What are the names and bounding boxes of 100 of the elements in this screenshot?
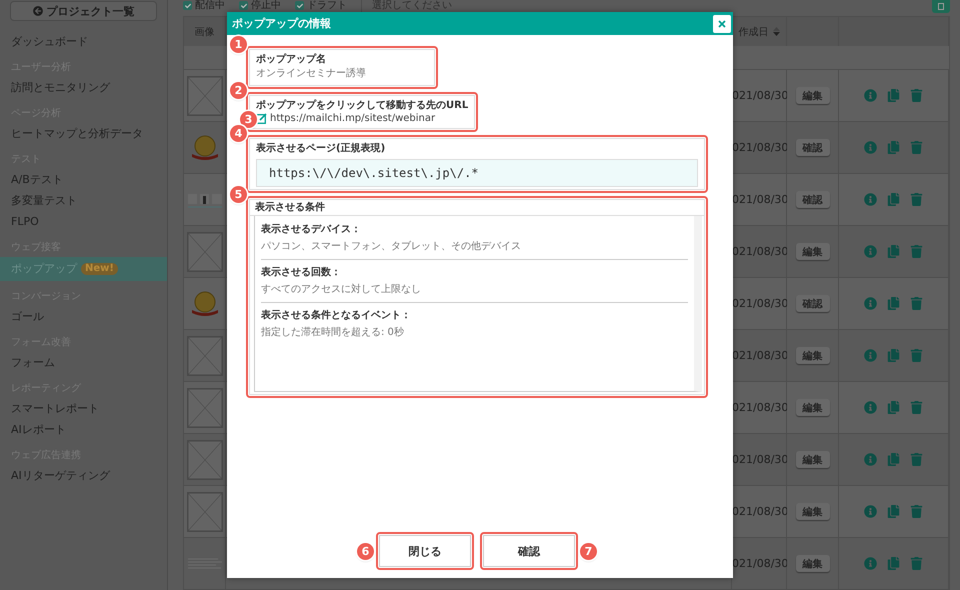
sidebar-item[interactable]: AIリターゲティング: [0, 465, 167, 486]
action-button[interactable]: [932, 0, 950, 13]
close-icon: [717, 18, 727, 28]
sidebar-item[interactable]: 訪問とモニタリング: [0, 77, 167, 98]
annotation-number: 5: [230, 186, 247, 203]
sidebar-item[interactable]: ヒートマップと分析データ: [0, 123, 167, 144]
info-icon[interactable]: [864, 89, 877, 102]
copy-icon[interactable]: [887, 453, 900, 466]
sidebar-item[interactable]: ダッシュボード: [0, 31, 167, 52]
checkbox-label: 配信中: [195, 0, 225, 11]
dialog-button[interactable]: 確認: [483, 535, 575, 567]
field-label: 表示させるページ(正規表現): [256, 142, 386, 156]
sidebar-item[interactable]: フォーム: [0, 352, 167, 373]
sort-icon[interactable]: [772, 27, 780, 36]
trash-icon[interactable]: [910, 89, 923, 102]
date-cell: 021/08/30: [732, 505, 788, 518]
row-action-button[interactable]: 編集: [796, 503, 830, 520]
copy-icon[interactable]: [887, 193, 900, 206]
info-icon[interactable]: [864, 401, 877, 414]
info-icon[interactable]: [864, 297, 877, 310]
date-cell: 021/08/30: [732, 453, 788, 466]
award-badge-icon: [190, 134, 220, 160]
project-list-button[interactable]: プロジェクト一覧: [10, 1, 157, 21]
field-label: 表示させる条件: [250, 200, 704, 216]
info-icon[interactable]: [864, 453, 877, 466]
trash-icon[interactable]: [910, 141, 923, 154]
checkbox-label: 停止中: [251, 0, 281, 11]
condition-value: すべてのアクセスに対して上限なし: [261, 283, 422, 297]
copy-icon[interactable]: [887, 297, 900, 310]
copy-icon[interactable]: [887, 89, 900, 102]
image-placeholder: [186, 336, 222, 376]
row-action-button[interactable]: 編集: [796, 399, 830, 416]
checkbox[interactable]: [239, 1, 248, 10]
checkbox[interactable]: [295, 1, 304, 10]
row-action-button[interactable]: 編集: [796, 347, 830, 364]
condition-label: 表示させる条件となるイベント：: [261, 309, 412, 323]
date-cell: 021/08/30: [732, 557, 788, 570]
trash-icon[interactable]: [910, 453, 923, 466]
regex-field: https:\/\/dev\.sitest\.jp\/.*: [256, 159, 698, 187]
date-cell: 021/08/30: [732, 401, 788, 414]
info-icon[interactable]: [864, 505, 877, 518]
date-cell: 021/08/30: [732, 297, 788, 310]
sidebar-item[interactable]: AIレポート: [0, 419, 167, 440]
back-icon: [32, 6, 42, 16]
date-cell: 021/08/30: [732, 89, 788, 102]
url-link[interactable]: https://mailchi.mp/sitest/webinar: [270, 113, 436, 124]
copy-icon[interactable]: [887, 401, 900, 414]
copy-icon[interactable]: [887, 557, 900, 570]
date-cell: 021/08/30: [732, 141, 788, 154]
trash-icon[interactable]: [910, 401, 923, 414]
image-placeholder: [186, 440, 222, 480]
row-action-button[interactable]: 確認: [796, 139, 830, 156]
condition-label: 表示させるデバイス：: [261, 223, 362, 237]
image-placeholder: [186, 232, 222, 272]
date-cell: 021/08/30: [732, 245, 788, 258]
info-icon[interactable]: [864, 349, 877, 362]
row-action-button[interactable]: 編集: [796, 451, 830, 468]
condition-value: パソコン、スマートフォン、タブレット、その他デバイス: [261, 240, 522, 254]
copy-icon[interactable]: [887, 349, 900, 362]
checkbox[interactable]: [183, 1, 192, 10]
field-label: ポップアップ名: [256, 53, 327, 67]
trash-icon[interactable]: [910, 349, 923, 362]
sidebar-item[interactable]: スマートレポート: [0, 398, 167, 419]
trash-icon[interactable]: [910, 505, 923, 518]
trash-icon[interactable]: [910, 193, 923, 206]
close-button[interactable]: [713, 14, 731, 32]
copy-icon[interactable]: [887, 505, 900, 518]
trash-icon[interactable]: [910, 557, 923, 570]
info-icon[interactable]: [864, 557, 877, 570]
sidebar-item[interactable]: 多変量テスト: [0, 190, 167, 211]
copy-icon[interactable]: [887, 245, 900, 258]
row-action-button[interactable]: 確認: [796, 295, 830, 312]
award-badge-icon: [190, 290, 220, 316]
sidebar-item[interactable]: FLPO: [0, 211, 167, 232]
image-placeholder: [186, 76, 222, 116]
row-action-button[interactable]: 編集: [796, 87, 830, 104]
annotation-number: 2: [230, 82, 247, 99]
sidebar-item[interactable]: A/Bテスト: [0, 169, 167, 190]
dialog-title: ポップアップの情報: [232, 16, 331, 31]
row-action-button[interactable]: 編集: [796, 555, 830, 572]
annotation-number: 6: [357, 543, 374, 560]
trash-icon[interactable]: [910, 245, 923, 258]
copy-icon[interactable]: [887, 141, 900, 154]
row-action-button[interactable]: 確認: [796, 191, 830, 208]
checkbox-label: ドラフト: [307, 0, 347, 11]
edit-icon[interactable]: [256, 113, 267, 124]
condition-value: 指定した滞在時間を超える: 0秒: [261, 326, 405, 340]
image-placeholder: [186, 388, 222, 428]
sidebar-item[interactable]: ゴール: [0, 306, 167, 327]
row-action-button[interactable]: 編集: [796, 243, 830, 260]
image-placeholder: [186, 492, 222, 532]
field-value: オンラインセミナー誘導: [256, 67, 367, 81]
trash-icon[interactable]: [910, 297, 923, 310]
info-icon[interactable]: [864, 193, 877, 206]
date-cell: 021/08/30: [732, 349, 788, 362]
new-badge: New!: [81, 263, 118, 275]
info-icon[interactable]: [864, 141, 877, 154]
annotation-number: 1: [230, 36, 247, 53]
info-icon[interactable]: [864, 245, 877, 258]
dialog-button[interactable]: 閉じる: [379, 535, 471, 567]
